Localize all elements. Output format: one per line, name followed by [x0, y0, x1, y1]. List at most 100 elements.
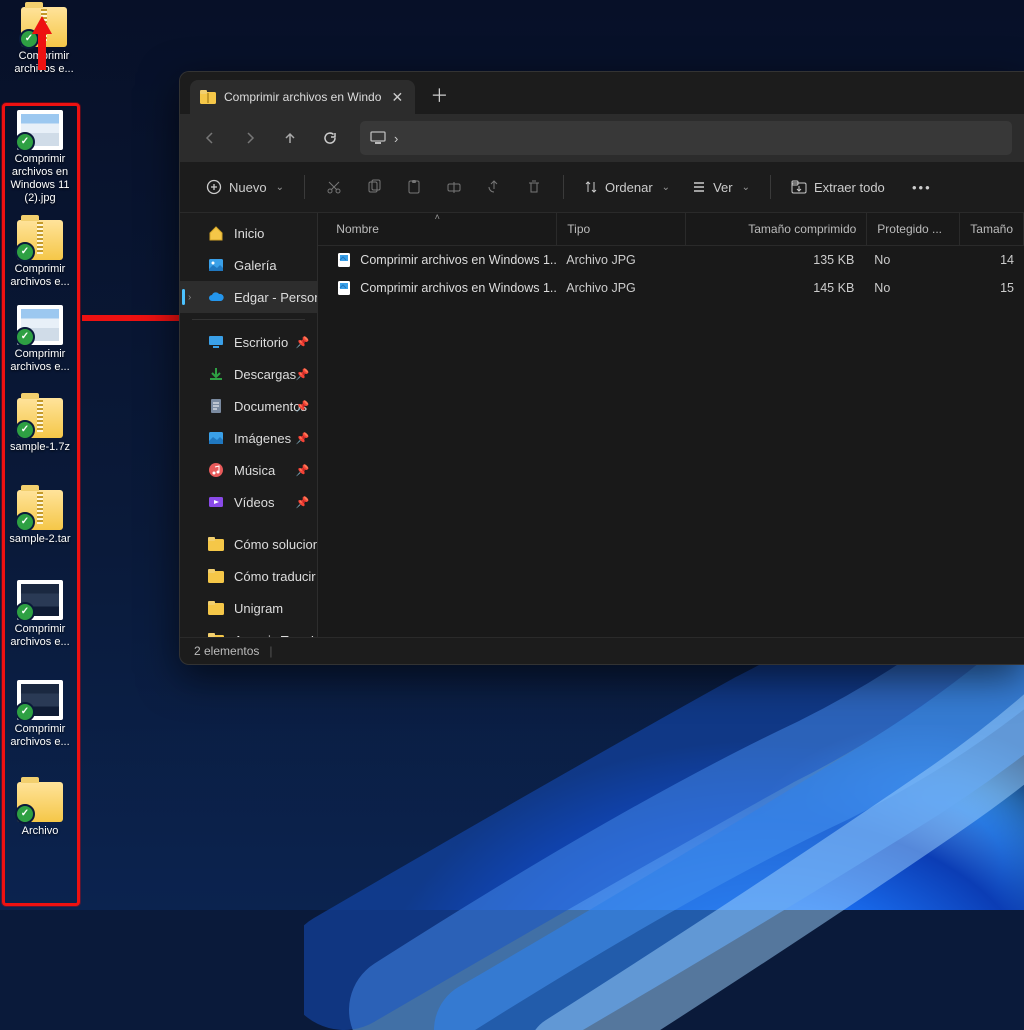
paste-icon: [406, 179, 422, 195]
file-explorer-window: Comprimir archivos en Windo ✕ ＋ › Nuevo …: [179, 71, 1024, 665]
sidebar-label: Inicio: [234, 226, 264, 241]
back-button[interactable]: [192, 120, 228, 156]
sidebar-item-documents[interactable]: Documentos 📌: [180, 390, 317, 422]
rename-button[interactable]: [437, 170, 471, 204]
annotation-arrow-up-stem: [38, 32, 46, 70]
chevron-down-icon: ⌄: [662, 182, 670, 193]
folder-icon: [208, 568, 224, 584]
pc-icon: [370, 131, 386, 145]
desktop-icon-label: Comprimir archivos en Windows 11 (2).jpg: [4, 153, 76, 205]
navigation-sidebar[interactable]: Inicio Galería › Edgar - Persona Escrito…: [180, 213, 318, 637]
sync-badge-icon: [17, 327, 35, 345]
copy-icon: [366, 179, 382, 195]
column-header-size[interactable]: Tamaño: [960, 213, 1024, 245]
column-header-compressed-size[interactable]: Tamaño comprimido: [686, 213, 867, 245]
desktop[interactable]: Comprimir archivos e... Comprimir archiv…: [0, 0, 1024, 910]
sidebar-item-music[interactable]: Música 📌: [180, 454, 317, 486]
sidebar-item-onedrive[interactable]: › Edgar - Persona: [180, 281, 317, 313]
sort-label: Ordenar: [605, 180, 653, 195]
desktop-icon[interactable]: Comprimir archivos e...: [4, 220, 76, 289]
desktop-icon[interactable]: Comprimir archivos en Windows 11 (2).jpg: [4, 110, 76, 205]
pin-icon: 📌: [296, 496, 310, 509]
images-icon: [208, 430, 224, 446]
sidebar-label: Unigram: [234, 601, 283, 616]
desktop-icon[interactable]: sample-1.7z: [4, 398, 76, 454]
sort-indicator-icon: ˄: [435, 212, 440, 222]
file-row[interactable]: Comprimir archivos en Windows 1... Archi…: [318, 246, 1024, 274]
view-icon: [692, 180, 706, 194]
forward-button[interactable]: [232, 120, 268, 156]
sidebar-item-desktop[interactable]: Escritorio 📌: [180, 326, 317, 358]
sidebar-item-folder[interactable]: Cómo soluciona: [180, 528, 317, 560]
expand-icon[interactable]: ›: [188, 292, 191, 303]
sidebar-item-videos[interactable]: Vídeos 📌: [180, 486, 317, 518]
refresh-button[interactable]: [312, 120, 348, 156]
desktop-icon[interactable]: Comprimir archivos e...: [4, 305, 76, 374]
ellipsis-icon: •••: [912, 180, 932, 195]
sidebar-label: Música: [234, 463, 275, 478]
sidebar-item-gallery[interactable]: Galería: [180, 249, 317, 281]
trash-icon: [526, 179, 542, 195]
desktop-icon[interactable]: Comprimir archivos e...: [4, 580, 76, 649]
plus-circle-icon: [206, 179, 222, 195]
file-row[interactable]: Comprimir archivos en Windows 1... Archi…: [318, 274, 1024, 302]
sync-badge-icon: [17, 602, 35, 620]
view-button[interactable]: Ver ⌄: [684, 170, 758, 204]
extract-label: Extraer todo: [814, 180, 885, 195]
toolbar-separator: [563, 175, 564, 199]
breadcrumb-separator: ›: [394, 131, 398, 146]
status-item-count: 2 elementos: [194, 644, 259, 658]
tab-title: Comprimir archivos en Windo: [224, 90, 381, 104]
copy-button[interactable]: [357, 170, 391, 204]
sidebar-label: Escritorio: [234, 335, 288, 350]
file-protected: No: [864, 281, 956, 295]
sidebar-item-folder[interactable]: Acronis True Im: [180, 624, 317, 637]
sidebar-label: Galería: [234, 258, 277, 273]
pin-icon: 📌: [296, 336, 310, 349]
file-rows[interactable]: Comprimir archivos en Windows 1... Archi…: [318, 246, 1024, 637]
sidebar-label: Descargas: [234, 367, 296, 382]
desktop-icon-label: Comprimir archivos e...: [4, 348, 76, 374]
extract-icon: [791, 180, 807, 194]
desktop-icon[interactable]: sample-2.tar: [4, 490, 76, 546]
sync-badge-icon: [15, 512, 35, 532]
view-label: Ver: [713, 180, 733, 195]
desktop-icon-label: Comprimir archivos e...: [4, 623, 76, 649]
sidebar-item-downloads[interactable]: Descargas 📌: [180, 358, 317, 390]
column-header-type[interactable]: Tipo: [557, 213, 686, 245]
zip-folder-icon: [200, 90, 216, 104]
cut-button[interactable]: [317, 170, 351, 204]
sync-badge-icon: [17, 702, 35, 720]
sidebar-item-folder[interactable]: Cómo traducir l: [180, 560, 317, 592]
desktop-icon[interactable]: Archivo: [4, 782, 76, 838]
sidebar-label: Cómo traducir l: [234, 569, 317, 584]
new-button[interactable]: Nuevo ⌄: [198, 170, 292, 204]
sidebar-item-home[interactable]: Inicio: [180, 217, 317, 249]
extract-all-button[interactable]: Extraer todo: [783, 170, 893, 204]
delete-button[interactable]: [517, 170, 551, 204]
rename-icon: [446, 179, 462, 195]
new-tab-button[interactable]: ＋: [423, 79, 455, 111]
nav-toolbar: ›: [180, 114, 1024, 162]
file-size: 14: [956, 253, 1024, 267]
titlebar[interactable]: Comprimir archivos en Windo ✕ ＋: [180, 72, 1024, 114]
sidebar-item-images[interactable]: Imágenes 📌: [180, 422, 317, 454]
sidebar-item-folder[interactable]: Unigram: [180, 592, 317, 624]
sidebar-label: Acronis True Im: [234, 633, 317, 638]
window-tab[interactable]: Comprimir archivos en Windo ✕: [190, 80, 415, 114]
paste-button[interactable]: [397, 170, 431, 204]
column-header-name[interactable]: Nombre ˄: [318, 213, 557, 245]
share-button[interactable]: [477, 170, 511, 204]
video-icon: [208, 494, 224, 510]
annotation-arrow-up-head: [32, 16, 52, 34]
more-button[interactable]: •••: [905, 170, 939, 204]
folder-icon: [208, 536, 224, 552]
sort-button[interactable]: Ordenar ⌄: [576, 170, 678, 204]
address-bar[interactable]: ›: [360, 121, 1012, 155]
tab-close-button[interactable]: ✕: [389, 89, 405, 105]
column-header-protected[interactable]: Protegido ...: [867, 213, 960, 245]
up-button[interactable]: [272, 120, 308, 156]
new-label: Nuevo: [229, 180, 267, 195]
download-icon: [208, 366, 224, 382]
desktop-icon[interactable]: Comprimir archivos e...: [4, 680, 76, 749]
